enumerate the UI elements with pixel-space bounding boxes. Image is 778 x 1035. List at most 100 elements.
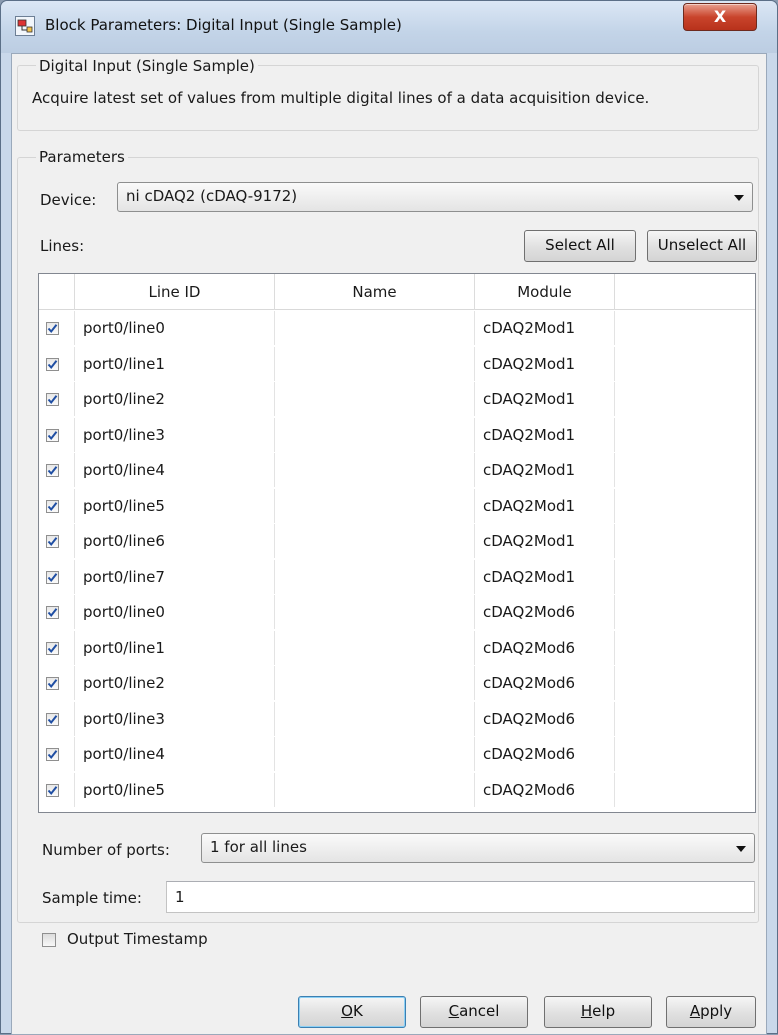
table-row[interactable]: port0/line2 cDAQ2Mod6 (39, 666, 755, 700)
row-checkbox-cell (39, 346, 75, 381)
line-id-cell[interactable]: port0/line6 (75, 524, 275, 558)
table-row[interactable]: port0/line4 cDAQ2Mod6 (39, 737, 755, 771)
module-cell[interactable]: cDAQ2Mod1 (475, 524, 615, 558)
checkmark-icon (47, 643, 58, 653)
line-id-cell[interactable]: port0/line3 (75, 417, 275, 452)
lines-table: Line ID Name Module port0/line0 cDAQ2Mod1… (38, 273, 756, 813)
unselect-all-button[interactable]: Unselect All (647, 230, 757, 262)
row-checkbox-cell (39, 701, 75, 736)
name-cell[interactable] (275, 417, 475, 452)
name-cell[interactable] (275, 701, 475, 736)
name-cell[interactable] (275, 488, 475, 523)
line-checkbox[interactable] (46, 748, 59, 761)
name-cell[interactable] (275, 666, 475, 700)
table-row[interactable]: port0/line1 cDAQ2Mod1 (39, 346, 755, 381)
apply-button[interactable]: Apply (666, 996, 756, 1028)
row-checkbox-cell (39, 488, 75, 523)
help-button[interactable]: Help (544, 996, 652, 1028)
table-row[interactable]: port0/line3 cDAQ2Mod6 (39, 701, 755, 736)
module-cell[interactable]: cDAQ2Mod6 (475, 737, 615, 771)
line-checkbox[interactable] (46, 464, 59, 477)
ports-select-value: 1 for all lines (210, 838, 307, 856)
output-timestamp-label[interactable]: Output Timestamp (67, 930, 208, 948)
name-cell[interactable] (275, 772, 475, 807)
cancel-button[interactable]: Cancel (420, 996, 528, 1028)
sample-time-input[interactable]: 1 (166, 881, 755, 913)
line-id-cell[interactable]: port0/line2 (75, 382, 275, 416)
line-checkbox[interactable] (46, 570, 59, 584)
checkbox-column-header[interactable] (39, 274, 75, 310)
table-row[interactable]: port0/line6 cDAQ2Mod1 (39, 524, 755, 558)
name-cell[interactable] (275, 559, 475, 594)
column-header-module[interactable]: Module (475, 274, 615, 310)
name-cell[interactable] (275, 311, 475, 345)
ok-button[interactable]: OK (298, 996, 406, 1028)
table-row[interactable]: port0/line5 cDAQ2Mod1 (39, 488, 755, 523)
line-id-cell[interactable]: port0/line4 (75, 453, 275, 487)
module-cell[interactable]: cDAQ2Mod1 (475, 488, 615, 523)
name-cell[interactable] (275, 630, 475, 665)
ok-mnemonic: O (341, 1002, 353, 1020)
output-timestamp-checkbox[interactable] (42, 933, 56, 947)
name-cell[interactable] (275, 382, 475, 416)
module-cell[interactable]: cDAQ2Mod6 (475, 630, 615, 665)
line-checkbox[interactable] (46, 535, 59, 548)
name-cell[interactable] (275, 346, 475, 381)
device-select[interactable]: ni cDAQ2 (cDAQ-9172) (117, 182, 753, 212)
line-checkbox[interactable] (46, 428, 59, 442)
line-id-cell[interactable]: port0/line4 (75, 737, 275, 771)
table-row[interactable]: port0/line2 cDAQ2Mod1 (39, 382, 755, 416)
column-header-name[interactable]: Name (275, 274, 475, 310)
name-cell[interactable] (275, 453, 475, 487)
module-cell[interactable]: cDAQ2Mod6 (475, 701, 615, 736)
title-bar[interactable]: Block Parameters: Digital Input (Single … (1, 1, 777, 53)
select-all-button[interactable]: Select All (524, 230, 636, 262)
line-checkbox[interactable] (46, 712, 59, 726)
line-id-cell[interactable]: port0/line0 (75, 311, 275, 345)
module-cell[interactable]: cDAQ2Mod1 (475, 346, 615, 381)
line-id-cell[interactable]: port0/line5 (75, 772, 275, 807)
line-id-cell[interactable]: port0/line1 (75, 346, 275, 381)
line-checkbox[interactable] (46, 606, 59, 619)
table-row[interactable]: port0/line7 cDAQ2Mod1 (39, 559, 755, 594)
line-id-cell[interactable]: port0/line3 (75, 701, 275, 736)
name-cell[interactable] (275, 524, 475, 558)
row-checkbox-cell (39, 595, 75, 629)
line-id-cell[interactable]: port0/line7 (75, 559, 275, 594)
line-id-cell[interactable]: port0/line1 (75, 630, 275, 665)
column-header-line-id[interactable]: Line ID (75, 274, 275, 310)
table-row[interactable]: port0/line4 cDAQ2Mod1 (39, 453, 755, 487)
row-checkbox-cell (39, 453, 75, 487)
name-cell[interactable] (275, 737, 475, 771)
row-checkbox-cell (39, 737, 75, 771)
line-id-cell[interactable]: port0/line5 (75, 488, 275, 523)
close-button[interactable]: X (683, 3, 757, 31)
ports-label: Number of ports: (42, 841, 170, 859)
module-cell[interactable]: cDAQ2Mod6 (475, 772, 615, 807)
line-checkbox[interactable] (46, 677, 59, 690)
line-checkbox[interactable] (46, 357, 59, 371)
module-cell[interactable]: cDAQ2Mod1 (475, 417, 615, 452)
table-row[interactable]: port0/line0 cDAQ2Mod6 (39, 595, 755, 629)
module-cell[interactable]: cDAQ2Mod1 (475, 559, 615, 594)
module-cell[interactable]: cDAQ2Mod1 (475, 311, 615, 345)
table-row[interactable]: port0/line5 cDAQ2Mod6 (39, 772, 755, 807)
module-cell[interactable]: cDAQ2Mod1 (475, 382, 615, 416)
name-cell[interactable] (275, 595, 475, 629)
table-row[interactable]: port0/line0 cDAQ2Mod1 (39, 311, 755, 345)
line-checkbox[interactable] (46, 783, 59, 797)
line-id-cell[interactable]: port0/line2 (75, 666, 275, 700)
line-checkbox[interactable] (46, 641, 59, 655)
module-cell[interactable]: cDAQ2Mod6 (475, 595, 615, 629)
table-row[interactable]: port0/line1 cDAQ2Mod6 (39, 630, 755, 665)
line-checkbox[interactable] (46, 499, 59, 513)
table-row[interactable]: port0/line3 cDAQ2Mod1 (39, 417, 755, 452)
checkmark-icon (47, 714, 58, 724)
line-id-cell[interactable]: port0/line0 (75, 595, 275, 629)
description-text: Acquire latest set of values from multip… (32, 89, 650, 107)
line-checkbox[interactable] (46, 393, 59, 406)
ports-select[interactable]: 1 for all lines (201, 833, 755, 863)
module-cell[interactable]: cDAQ2Mod1 (475, 453, 615, 487)
line-checkbox[interactable] (46, 322, 59, 335)
module-cell[interactable]: cDAQ2Mod6 (475, 666, 615, 700)
